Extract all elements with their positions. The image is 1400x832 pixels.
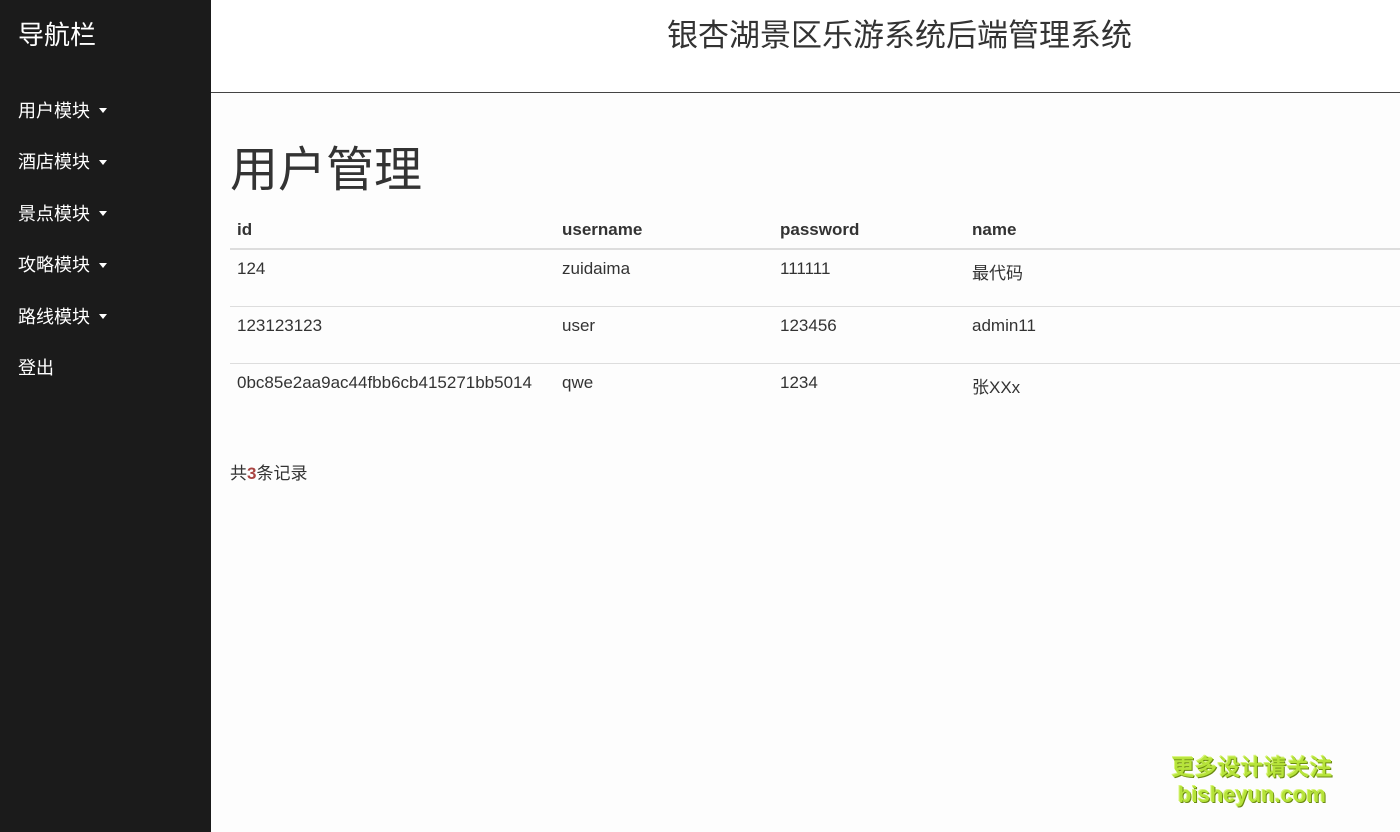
- cell-name: 张XXx: [965, 362, 1400, 420]
- watermark: 更多设计请关注 bisheyun.com: [1172, 754, 1332, 808]
- caret-down-icon: [99, 159, 107, 165]
- sidebar-item-label: 用户模块: [18, 100, 90, 121]
- caret-down-icon: [99, 211, 107, 217]
- column-header-id: id: [230, 211, 555, 250]
- sidebar-item-label: 登出: [18, 358, 54, 379]
- cell-username: zuidaima: [562, 259, 631, 278]
- caret-down-icon: [99, 314, 107, 320]
- cell-password: 111111: [780, 259, 831, 278]
- table-row: 123123123 user 123456 admin11: [230, 305, 1400, 363]
- cell-id: 0bc85e2aa9ac44fbb6cb415271bb5014: [230, 362, 555, 420]
- sidebar-title: 导航栏: [18, 20, 97, 50]
- sidebar-nav: 用户模块 酒店模块 景点模块 攻略模块 路线模块 登出: [0, 84, 211, 393]
- sidebar-item-label: 酒店模块: [18, 152, 90, 173]
- cell-name: 最代码: [972, 264, 1023, 283]
- sidebar-item-label: 路线模块: [18, 306, 90, 327]
- sidebar-item-scenic-module[interactable]: 景点模块: [0, 187, 211, 239]
- record-count: 共3条记录: [230, 459, 307, 484]
- record-count-suffix: 条记录: [256, 464, 308, 483]
- watermark-line-1: 更多设计请关注: [1172, 755, 1334, 780]
- caret-down-icon: [99, 108, 107, 114]
- sidebar-item-hotel-module[interactable]: 酒店模块: [0, 136, 211, 188]
- app-title: 银杏湖景区乐游系统后端管理系统: [667, 18, 1132, 53]
- sidebar-item-logout[interactable]: 登出: [0, 342, 211, 394]
- record-count-prefix: 共: [230, 464, 247, 483]
- table-row: 124 zuidaima 111111 最代码: [230, 249, 1400, 306]
- sidebar-item-label: 攻略模块: [18, 255, 90, 276]
- column-header-username: username: [555, 211, 773, 250]
- column-header-password: password: [773, 211, 965, 250]
- cell-name: admin11: [965, 305, 1400, 363]
- cell-id: 124: [237, 259, 266, 278]
- sidebar-item-guide-module[interactable]: 攻略模块: [0, 239, 211, 291]
- cell-id: 123123123: [230, 305, 555, 363]
- page-title: 用户管理: [230, 144, 423, 197]
- users-table: id username password name 124 zuidaima 1…: [230, 211, 1400, 420]
- caret-down-icon: [99, 262, 107, 268]
- cell-username: qwe: [555, 362, 773, 420]
- header: 银杏湖景区乐游系统后端管理系统: [211, 0, 1400, 93]
- cell-password: 1234: [773, 362, 965, 420]
- cell-password: 123456: [773, 305, 965, 363]
- table-header-row: id username password name: [230, 211, 1400, 250]
- sidebar-item-label: 景点模块: [18, 203, 90, 224]
- sidebar-item-user-module[interactable]: 用户模块: [0, 84, 211, 136]
- column-header-name: name: [965, 211, 1400, 250]
- watermark-line-2: bisheyun.com: [1178, 782, 1326, 807]
- sidebar: 导航栏 用户模块 酒店模块 景点模块 攻略模块 路线模块 登出: [0, 0, 211, 832]
- sidebar-item-route-module[interactable]: 路线模块: [0, 290, 211, 342]
- cell-username: user: [555, 305, 773, 363]
- table-row: 0bc85e2aa9ac44fbb6cb415271bb5014 qwe 123…: [230, 362, 1400, 420]
